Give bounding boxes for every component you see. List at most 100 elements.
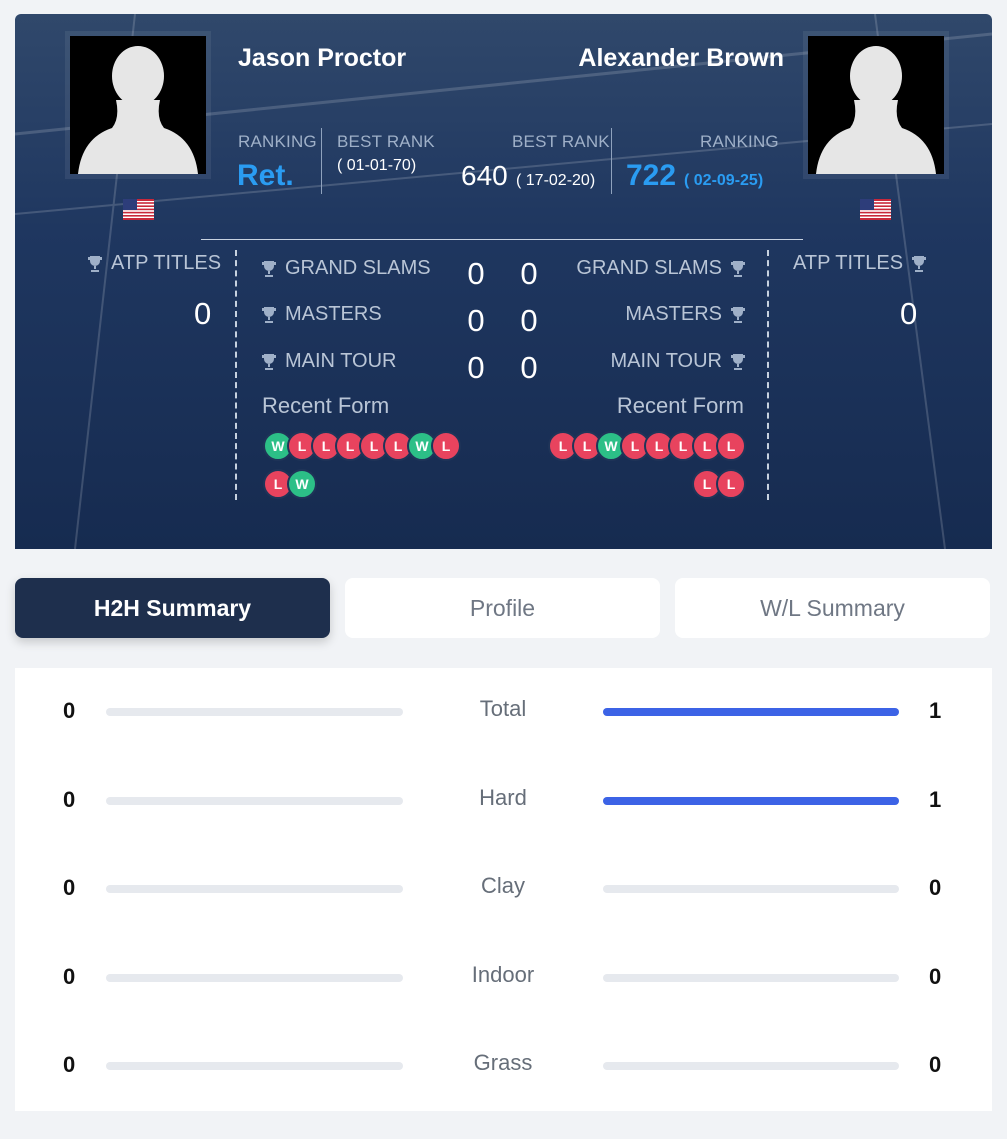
grand-slams-label: GRAND SLAMS <box>285 257 431 279</box>
loss-badge: L <box>431 431 461 461</box>
category-label: Total <box>479 696 527 721</box>
dashed-divider <box>235 250 237 500</box>
left-value: 0 <box>63 786 76 812</box>
left-bar <box>106 1062 403 1070</box>
masters-right-value: 0 <box>520 303 538 338</box>
right-bar <box>603 708 899 716</box>
left-bar <box>106 796 403 805</box>
category-label: Indoor <box>471 961 535 987</box>
atp-titles-right-label: ATP TITLES <box>793 252 927 275</box>
tab-bar: H2H Summary Profile W/L Summary <box>15 578 992 638</box>
player-right-name[interactable]: Alexander Brown <box>578 44 784 73</box>
masters-right-label: MASTERS <box>625 303 746 326</box>
trophy-icon <box>731 353 745 370</box>
masters-left-value: 0 <box>467 303 485 338</box>
left-bar <box>106 708 403 716</box>
tab-h2h-summary[interactable]: H2H Summary <box>15 578 330 638</box>
right-bar-fill <box>603 708 899 716</box>
trophy-icon <box>262 306 276 323</box>
left-value: 0 <box>63 963 76 989</box>
player-right-best-rank: 640 <box>461 160 508 191</box>
category-label: Hard <box>479 784 527 810</box>
masters-left-label: MASTERS <box>261 303 382 326</box>
ranking-label: RANKING <box>238 132 317 151</box>
grand-slams-right-value: 0 <box>520 256 538 291</box>
loss-badge: L <box>716 431 746 461</box>
right-bar <box>603 796 899 805</box>
tab-profile[interactable]: Profile <box>345 578 660 638</box>
player-right-avatar[interactable] <box>808 36 944 174</box>
main-tour-label: MAIN TOUR <box>610 350 723 372</box>
player-left-ranking: Ret. <box>237 159 294 192</box>
h2h-row-hard: 0 Hard 1 <box>15 783 992 823</box>
tab-wl-summary[interactable]: W/L Summary <box>675 578 990 638</box>
main-tour-left-label: MAIN TOUR <box>261 350 397 373</box>
dashed-divider <box>767 250 769 500</box>
trophy-icon <box>262 260 276 277</box>
h2h-header-card: Jason Proctor Alexander Brown RANKING Re… <box>15 14 992 549</box>
left-bar <box>106 973 403 982</box>
recent-form-left: WLLLLLWLLW <box>263 431 493 499</box>
player-right-ranking: 722 <box>626 159 677 192</box>
player-right-ranking-date: ( 02-09-25) <box>684 172 764 189</box>
recent-form-right: LLWLLLLLLL <box>543 431 746 499</box>
left-value: 0 <box>63 698 76 723</box>
category-label: Grass <box>473 1050 533 1075</box>
masters-label: MASTERS <box>285 303 382 325</box>
right-value: 0 <box>929 1052 942 1077</box>
grand-slams-right-label: GRAND SLAMS <box>576 257 746 280</box>
us-flag-icon <box>123 199 154 220</box>
player-left-avatar[interactable] <box>70 36 206 174</box>
trophy-icon <box>731 260 745 277</box>
player-left-best-rank-date: ( 01-01-70) <box>337 157 417 174</box>
right-bar <box>603 1062 899 1070</box>
main-tour-right-value: 0 <box>520 350 538 385</box>
player-right-best-rank-date: ( 17-02-20) <box>516 172 596 189</box>
right-value: 1 <box>929 698 942 723</box>
player-left-name[interactable]: Jason Proctor <box>238 44 406 73</box>
trophy-icon <box>731 306 745 323</box>
right-value: 0 <box>929 875 942 900</box>
h2h-row-grass: 0 Grass 0 <box>15 1048 992 1088</box>
trophy-icon <box>88 255 102 272</box>
right-value: 1 <box>929 786 942 812</box>
atp-titles-label: ATP TITLES <box>111 252 222 274</box>
divider <box>611 128 612 194</box>
grand-slams-left-label: GRAND SLAMS <box>261 257 431 280</box>
masters-label: MASTERS <box>625 303 722 325</box>
left-value: 0 <box>63 875 76 900</box>
ranking-label: RANKING <box>700 132 779 151</box>
right-bar-fill <box>603 796 899 805</box>
trophy-icon <box>262 353 276 370</box>
us-flag-icon <box>860 199 891 220</box>
main-tour-right-label: MAIN TOUR <box>611 350 747 373</box>
main-tour-left-value: 0 <box>467 350 485 385</box>
player-right-atp-titles: 0 <box>900 296 918 331</box>
trophy-icon <box>912 255 927 272</box>
h2h-row-clay: 0 Clay 0 <box>15 871 992 911</box>
right-value: 0 <box>929 963 942 989</box>
grand-slams-label: GRAND SLAMS <box>576 257 722 279</box>
main-tour-label: MAIN TOUR <box>285 350 397 372</box>
category-label: Clay <box>480 873 525 898</box>
header-divider <box>201 239 803 240</box>
best-rank-label: BEST RANK <box>337 132 435 151</box>
player-left-atp-titles: 0 <box>194 296 212 331</box>
h2h-row-indoor: 0 Indoor 0 <box>15 960 992 1000</box>
atp-titles-left-label: ATP TITLES <box>87 252 221 275</box>
silhouette-icon <box>816 46 936 174</box>
grand-slams-left-value: 0 <box>467 256 485 291</box>
right-bar <box>603 973 899 982</box>
h2h-row-total: 0 Total 1 <box>15 694 992 734</box>
atp-titles-label: ATP TITLES <box>793 252 904 274</box>
loss-badge: L <box>716 469 746 499</box>
win-badge: W <box>287 469 317 499</box>
best-rank-label: BEST RANK <box>512 132 610 151</box>
recent-form-right-title: Recent Form <box>616 393 744 418</box>
left-value: 0 <box>63 1052 76 1077</box>
left-bar <box>106 885 403 893</box>
divider <box>321 128 322 194</box>
right-bar <box>603 885 899 893</box>
h2h-summary-panel: 0 Total 1 0 Hard 1 0 Clay 0 0 Indoor 0 0 Grass 0 <box>15 668 992 1111</box>
silhouette-icon <box>78 46 198 174</box>
